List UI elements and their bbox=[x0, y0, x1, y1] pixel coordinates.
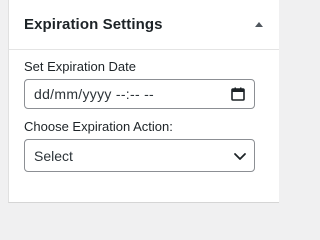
calendar-icon[interactable] bbox=[231, 87, 245, 101]
expiration-settings-panel: Expiration Settings Set Expiration Date … bbox=[8, 0, 279, 203]
expiration-action-label: Choose Expiration Action: bbox=[24, 119, 173, 134]
collapse-toggle-icon[interactable] bbox=[249, 14, 269, 34]
expiration-date-label: Set Expiration Date bbox=[24, 59, 137, 74]
date-input-value: dd/mm/yyyy --:-- -- bbox=[34, 86, 155, 102]
expiration-action-select[interactable]: Select bbox=[24, 139, 255, 172]
panel-title: Expiration Settings bbox=[24, 16, 163, 33]
expiration-date-input[interactable]: dd/mm/yyyy --:-- -- bbox=[24, 79, 255, 109]
triangle-up-icon bbox=[255, 22, 263, 27]
chevron-down-icon bbox=[234, 153, 246, 160]
panel-header[interactable]: Expiration Settings bbox=[9, 0, 279, 50]
select-value: Select bbox=[34, 148, 73, 164]
